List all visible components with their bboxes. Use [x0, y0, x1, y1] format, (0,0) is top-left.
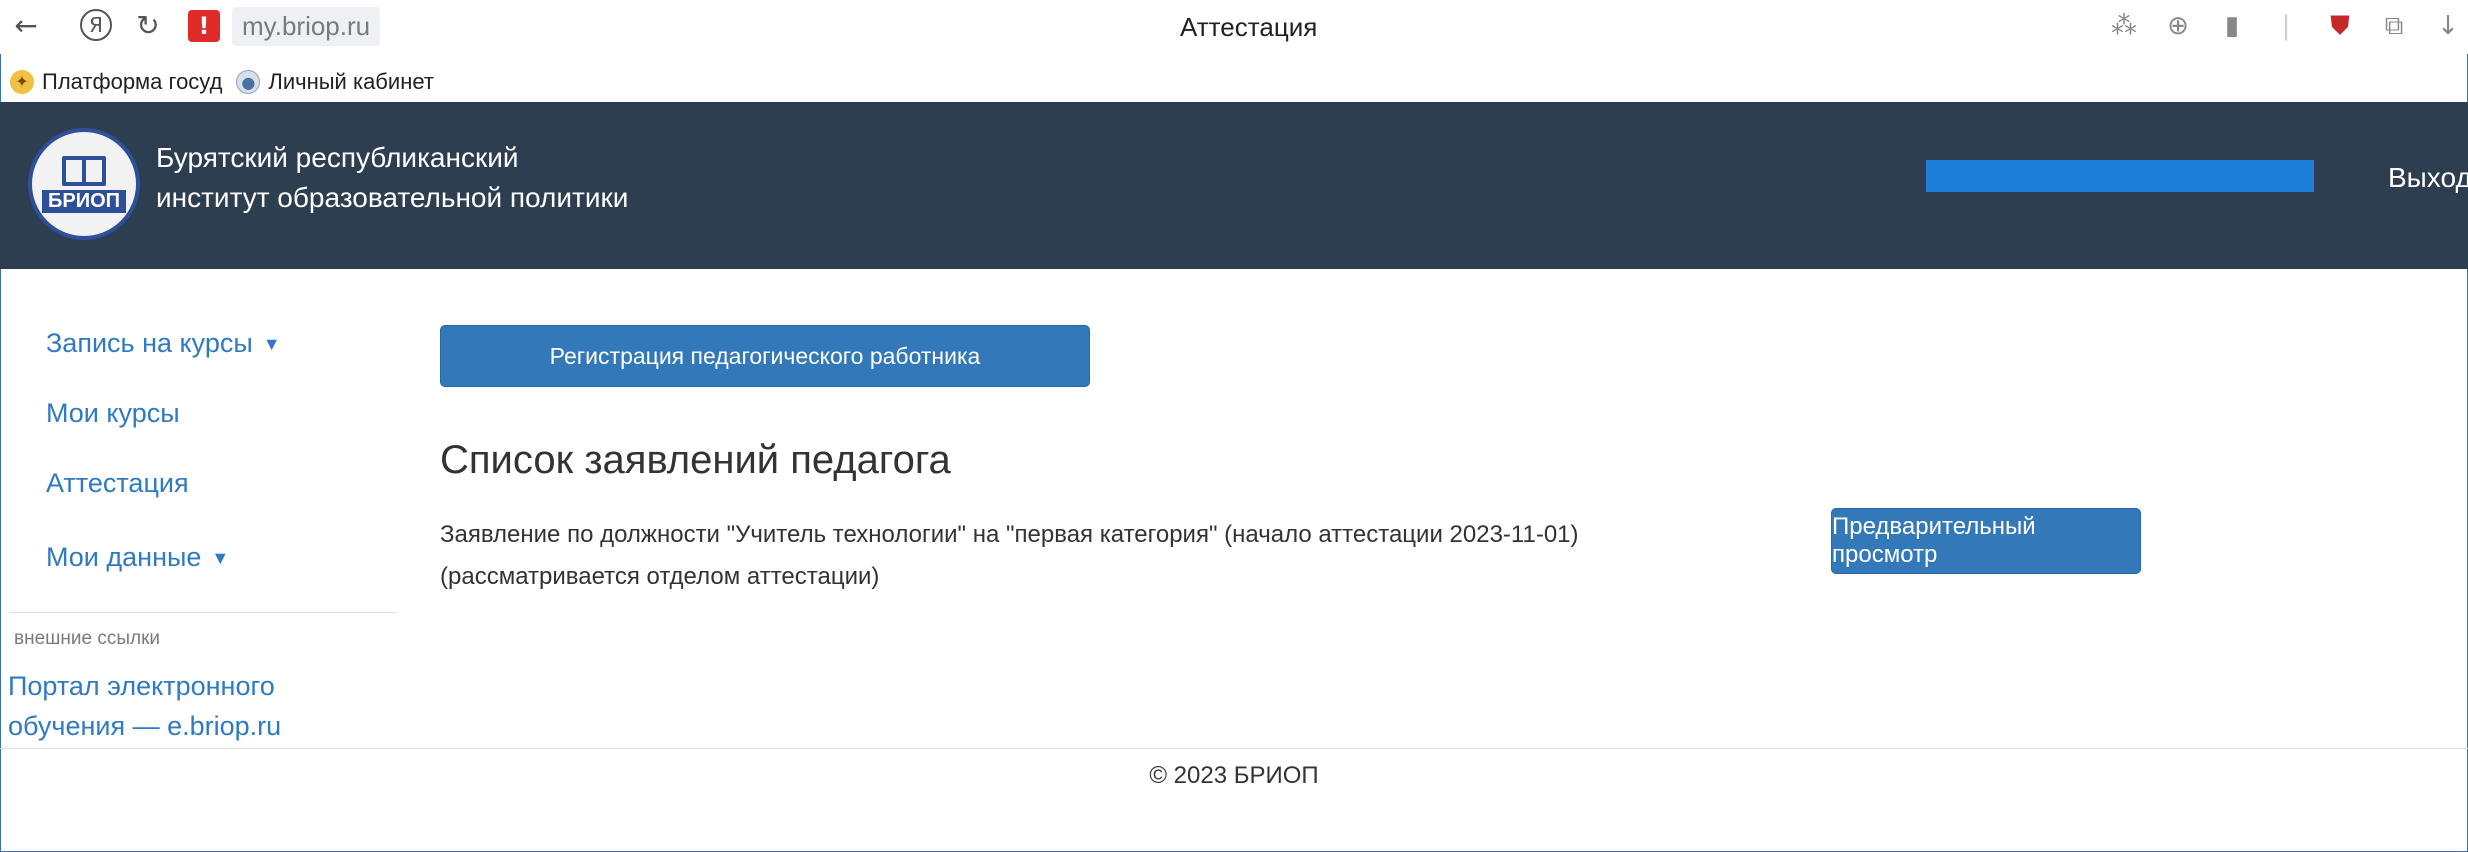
- caret-down-icon: ▼: [211, 548, 230, 569]
- user-circle-icon: ●: [236, 70, 261, 94]
- site-header: БРИОП Бурятский республиканский институт…: [0, 102, 2468, 269]
- sidebar-item-label: Аттестация: [46, 468, 189, 498]
- reload-icon[interactable]: ↻: [128, 6, 168, 46]
- footer-divider: [0, 748, 2468, 749]
- external-link-e-learning[interactable]: Портал электронного обучения — e.briop.r…: [8, 666, 388, 746]
- site-name[interactable]: Бурятский республиканский институт образ…: [156, 138, 628, 218]
- url-text[interactable]: my.briop.ru: [232, 6, 381, 46]
- address-bar[interactable]: ! my.briop.ru: [188, 6, 381, 46]
- page-tab-title: Аттестация: [1180, 12, 1318, 42]
- caret-down-icon: ▼: [262, 334, 281, 355]
- bookmark-icon[interactable]: ▮: [2216, 11, 2248, 41]
- external-links-header: внешние ссылки: [14, 628, 161, 649]
- application-item: Заявление по должности "Учитель технолог…: [440, 521, 1579, 590]
- back-arrow-icon[interactable]: ←: [6, 6, 46, 46]
- logo-text: БРИОП: [41, 189, 127, 213]
- eagle-icon: ✦: [10, 70, 34, 94]
- sidebar-divider: [10, 612, 396, 613]
- logout-link[interactable]: Выход: [2388, 162, 2468, 194]
- sidebar-item-my-data[interactable]: Мои данные ▼: [46, 542, 229, 573]
- sidebar-item-courses-signup[interactable]: Запись на курсы ▼: [46, 328, 281, 359]
- bookmark-label[interactable]: Личный кабинет: [268, 69, 434, 95]
- bookmarks-bar: ✦ Платформа госуд ● Личный кабинет: [0, 62, 434, 102]
- translate-icon[interactable]: ⁂: [2108, 11, 2140, 41]
- sidebar-item-label: Мои курсы: [46, 398, 180, 428]
- sidebar-item-my-courses[interactable]: Мои курсы: [46, 398, 180, 429]
- download-icon[interactable]: ↓: [2432, 11, 2464, 41]
- footer-copyright: © 2023 БРИОП: [1149, 762, 1319, 789]
- bookmark-gosuslugi[interactable]: ✦ Платформа госуд: [10, 69, 222, 95]
- browser-tools: ⁂ ⊕ ▮ | ⛊ ⧉ ↓: [2108, 6, 2468, 46]
- register-teacher-button[interactable]: Регистрация педагогического работника: [440, 325, 1090, 387]
- site-name-line1: Бурятский республиканский: [156, 142, 519, 173]
- bookmark-label[interactable]: Платформа госуд: [42, 69, 222, 95]
- bookmark-cabinet[interactable]: ● Личный кабинет: [236, 69, 434, 95]
- separator: |: [2281, 11, 2291, 41]
- zoom-icon[interactable]: ⊕: [2162, 11, 2194, 41]
- sidebar-item-label: Запись на курсы: [46, 328, 253, 358]
- security-warning-icon[interactable]: !: [188, 10, 220, 42]
- yandex-logo-icon[interactable]: Я: [80, 9, 112, 41]
- user-name-redacted[interactable]: [1926, 160, 2314, 192]
- shield-icon[interactable]: ⛊: [2324, 11, 2356, 42]
- site-name-line2: институт образовательной политики: [156, 182, 629, 213]
- sidebar-item-label: Мои данные: [46, 542, 202, 572]
- page-title: Список заявлений педагога: [440, 438, 951, 482]
- extension-icon[interactable]: ⧉: [2378, 11, 2410, 42]
- preview-button[interactable]: Предварительный просмотр: [1831, 508, 2141, 574]
- briop-logo[interactable]: БРИОП: [28, 128, 140, 240]
- sidebar-item-attestation[interactable]: Аттестация: [46, 468, 189, 499]
- book-icon: [62, 155, 106, 186]
- browser-toolbar: ← Я ↻ ! my.briop.ru Аттестация ⁂ ⊕ ▮ | ⛊…: [0, 0, 2468, 54]
